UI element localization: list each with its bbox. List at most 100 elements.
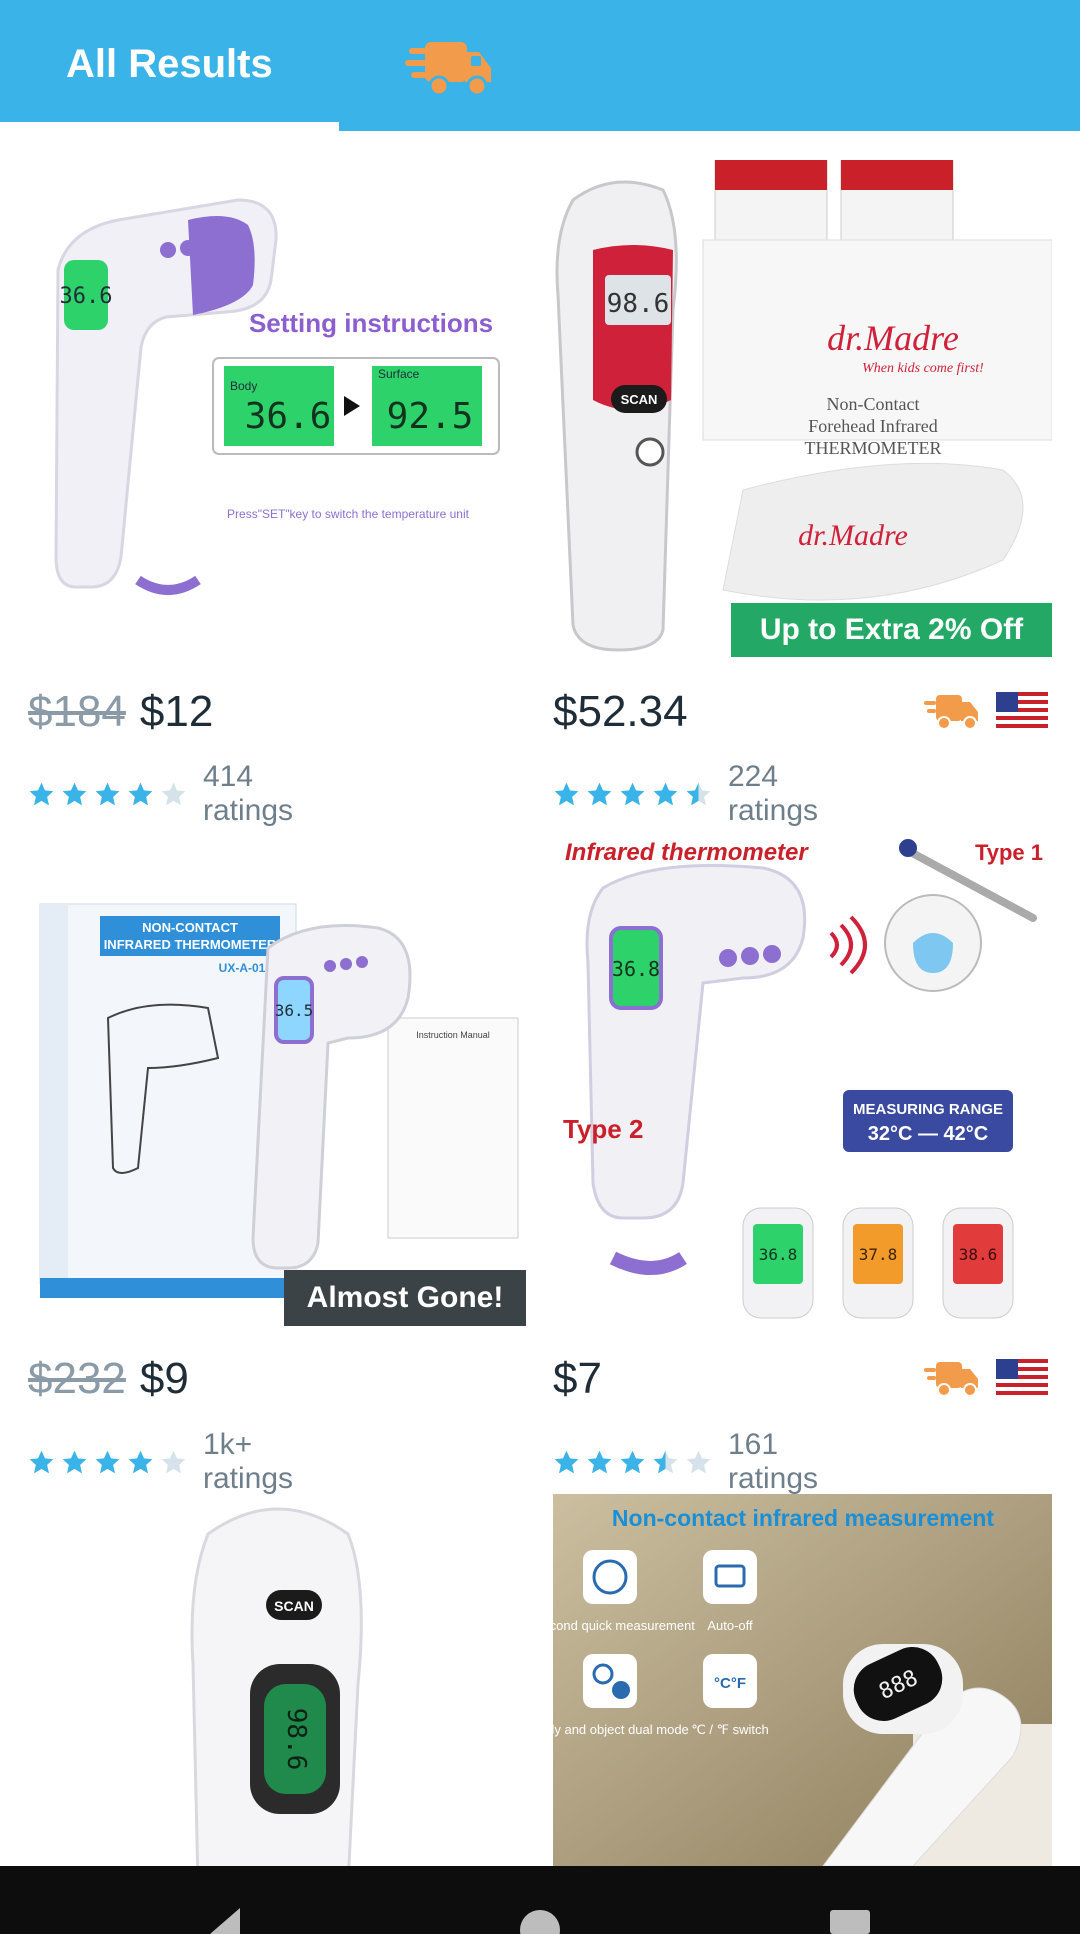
star-filled-icon <box>587 1450 612 1473</box>
svg-text:MEASURING RANGE: MEASURING RANGE <box>853 1101 1003 1118</box>
svg-text:THERMOMETER: THERMOMETER <box>805 438 942 458</box>
product-image[interactable]: SCAN 98.6 <box>28 1494 526 1866</box>
rating-row: 161 ratings <box>553 1428 818 1496</box>
us-flag-icon <box>996 1359 1048 1397</box>
star-filled-icon <box>62 1450 87 1473</box>
star-filled-icon <box>587 782 612 805</box>
product-image[interactable]: Infrared thermometer Type 1 36.8 MEASURI… <box>553 828 1052 1326</box>
home-circle-icon[interactable] <box>518 1908 562 1934</box>
star-empty-icon <box>161 1450 186 1473</box>
svg-text:INFRARED THERMOMETER: INFRARED THERMOMETER <box>104 937 277 952</box>
svg-text:dr.Madre: dr.Madre <box>827 318 959 358</box>
fast-shipping-truck-icon <box>924 1362 978 1397</box>
original-price: $232 <box>28 1354 126 1403</box>
star-filled-icon <box>95 1450 120 1473</box>
star-filled-icon <box>653 782 678 805</box>
svg-text:Body: Body <box>230 379 257 393</box>
svg-text:36.8: 36.8 <box>612 957 660 981</box>
svg-text:Setting instructions: Setting instructions <box>249 308 493 338</box>
sale-price: $12 <box>139 687 214 736</box>
product-image[interactable]: Non-contact infrared measurement 1 secon… <box>553 1494 1052 1866</box>
sale-price: $52.34 <box>553 687 688 736</box>
app-header: All Results <box>0 0 1080 131</box>
svg-text:36.6: 36.6 <box>60 284 113 309</box>
star-filled-icon <box>620 782 645 805</box>
rating-row: 414 ratings <box>28 760 293 828</box>
star-filled-icon <box>29 782 54 805</box>
svg-text:Instruction Manual: Instruction Manual <box>416 1030 490 1040</box>
rating-count: 414 ratings <box>203 760 294 827</box>
svg-text:37.8: 37.8 <box>859 1245 898 1264</box>
star-empty-icon <box>686 1450 711 1473</box>
svg-text:Type 1: Type 1 <box>975 840 1043 865</box>
svg-text:98.6: 98.6 <box>607 289 670 319</box>
svg-text:℃ / ℉ switch: ℃ / ℉ switch <box>691 1722 769 1737</box>
star-filled-icon <box>620 1450 645 1473</box>
star-rating <box>28 1449 187 1476</box>
shipping-icons <box>924 691 1048 731</box>
svg-text:98.6: 98.6 <box>281 1708 311 1771</box>
star-filled-icon <box>128 1450 153 1473</box>
sale-price: $9 <box>139 1354 189 1403</box>
svg-text:Non-Contact: Non-Contact <box>827 394 920 414</box>
scarcity-badge: Almost Gone! <box>284 1270 526 1326</box>
svg-text:Non-contact infrared measureme: Non-contact infrared measurement <box>612 1505 994 1531</box>
star-filled-icon <box>554 782 579 805</box>
svg-text:SCAN: SCAN <box>621 392 658 407</box>
fast-shipping-truck-icon[interactable] <box>405 34 495 98</box>
svg-text:dr.Madre: dr.Madre <box>798 519 908 552</box>
product-image[interactable]: dr.Madre When kids come first! Non-Conta… <box>553 160 1052 657</box>
svg-text:Surface: Surface <box>378 367 420 381</box>
svg-text:38.6: 38.6 <box>959 1245 998 1264</box>
original-price: $184 <box>28 687 126 736</box>
sale-price: $7 <box>553 1354 602 1403</box>
star-half-icon <box>653 1450 678 1473</box>
price-row: $184 $12 <box>28 690 213 734</box>
svg-text:32°C — 42°C: 32°C — 42°C <box>868 1123 989 1145</box>
shipping-icons <box>924 1358 1048 1398</box>
svg-text:92.5: 92.5 <box>387 396 474 437</box>
svg-text:When kids come first!: When kids come first! <box>862 361 984 376</box>
star-empty-icon <box>161 782 186 805</box>
rating-row: 224 ratings <box>553 760 818 828</box>
svg-text:Auto-off: Auto-off <box>707 1618 753 1633</box>
svg-text:Body and object dual mode: Body and object dual mode <box>553 1722 689 1737</box>
svg-text:°C°F: °C°F <box>714 1675 746 1692</box>
us-flag-icon <box>996 692 1048 730</box>
svg-text:36.8: 36.8 <box>759 1245 798 1264</box>
star-rating <box>553 1449 712 1476</box>
star-rating <box>553 781 712 808</box>
price-row: $52.34 <box>553 690 688 734</box>
star-filled-icon <box>95 782 120 805</box>
rating-count: 224 ratings <box>728 760 819 827</box>
svg-text:Forehead Infrared: Forehead Infrared <box>808 416 937 436</box>
tab-all-results[interactable]: All Results <box>66 42 273 87</box>
svg-text:SCAN: SCAN <box>274 1598 314 1614</box>
rating-count: 1k+ ratings <box>203 1428 294 1495</box>
fast-shipping-truck-icon <box>924 695 978 730</box>
rating-row: 1k+ ratings <box>28 1428 293 1496</box>
promo-badge: Up to Extra 2% Off <box>731 603 1052 657</box>
svg-text:Press"SET"key to switch the te: Press"SET"key to switch the temperature … <box>227 507 470 521</box>
svg-text:36.5: 36.5 <box>275 1001 314 1020</box>
star-filled-icon <box>128 782 153 805</box>
svg-text:Type 2: Type 2 <box>563 1114 643 1144</box>
rating-count: 161 ratings <box>728 1428 819 1495</box>
svg-text:Infrared thermometer: Infrared thermometer <box>565 839 809 866</box>
product-image[interactable]: NON-CONTACT INFRARED THERMOMETER UX-A-01… <box>28 828 526 1326</box>
svg-text:1 second quick measurement: 1 second quick measurement <box>553 1618 695 1633</box>
product-image[interactable]: 36.6 Setting instructions Body Surface 3… <box>28 160 526 657</box>
star-rating <box>28 781 187 808</box>
svg-text:UX-A-01: UX-A-01 <box>219 961 266 975</box>
svg-text:36.6: 36.6 <box>245 396 332 437</box>
svg-text:NON-CONTACT: NON-CONTACT <box>142 920 238 935</box>
active-tab-indicator <box>0 122 339 131</box>
star-filled-icon <box>554 1450 579 1473</box>
recents-square-icon[interactable] <box>830 1910 870 1934</box>
back-triangle-icon[interactable] <box>200 1908 250 1934</box>
price-row: $7 <box>553 1357 602 1401</box>
system-nav-bar <box>0 1866 1080 1934</box>
price-row: $232 $9 <box>28 1357 189 1401</box>
star-filled-icon <box>29 1450 54 1473</box>
star-filled-icon <box>62 782 87 805</box>
